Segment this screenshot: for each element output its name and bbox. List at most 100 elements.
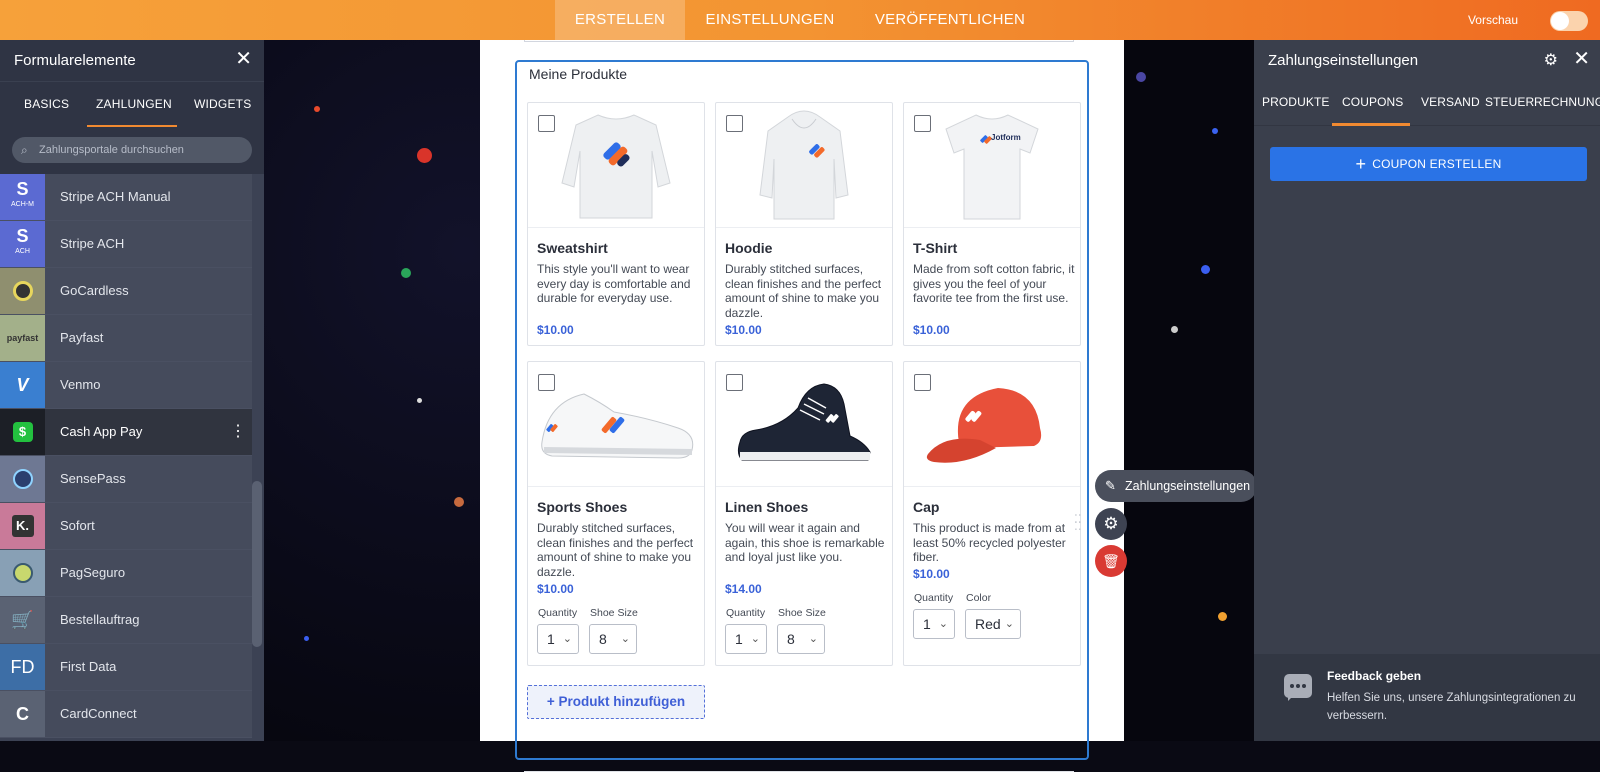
gateway-item-payfast[interactable]: payfast Payfast bbox=[0, 315, 252, 362]
delete-field-button[interactable]: 🗑 bbox=[1095, 545, 1127, 577]
tab-publish[interactable]: VERÖFFENTLICHEN bbox=[865, 0, 1035, 40]
chevron-down-icon: ⌄ bbox=[750, 633, 760, 645]
chat-dot bbox=[1290, 684, 1294, 688]
payment-settings-button[interactable]: ✎ Zahlungseinstellungen bbox=[1095, 470, 1257, 502]
product-description: Durably stitched surfaces, clean finishe… bbox=[725, 262, 882, 320]
tab-build[interactable]: ERSTELLEN bbox=[555, 0, 685, 40]
gateway-item-sofort[interactable]: K. Sofort bbox=[0, 503, 252, 550]
add-product-button[interactable]: + Produkt hinzufügen bbox=[527, 685, 705, 719]
decor-dot bbox=[314, 106, 320, 112]
color-value: Red bbox=[975, 616, 1001, 632]
decor-dot bbox=[417, 148, 432, 163]
decor-dot bbox=[454, 497, 464, 507]
product-price: $10.00 bbox=[537, 582, 574, 596]
product-card-tshirt[interactable]: Jotform T-Shirt Made from soft cotton fa… bbox=[903, 102, 1081, 346]
top-bar: ERSTELLEN EINSTELLUNGEN VERÖFFENTLICHEN … bbox=[0, 0, 1600, 40]
chevron-down-icon: ⌄ bbox=[1004, 618, 1014, 630]
decor-dot bbox=[401, 268, 411, 278]
search-icon: ⌕ bbox=[21, 143, 28, 157]
quantity-value: 1 bbox=[923, 616, 931, 632]
preview-toggle[interactable] bbox=[1550, 11, 1588, 31]
decor-dot bbox=[1218, 612, 1227, 621]
drag-handle-icon[interactable]: ⁚⁚ ⁚⁚ bbox=[1074, 513, 1084, 536]
color-select[interactable]: Red ⌄ bbox=[965, 609, 1021, 639]
product-checkbox[interactable] bbox=[726, 115, 743, 132]
close-icon[interactable]: ✕ bbox=[235, 49, 252, 69]
shoe-size-value: 8 bbox=[599, 631, 607, 647]
tab-settings[interactable]: EINSTELLUNGEN bbox=[695, 0, 845, 40]
feedback-text: Helfen Sie uns, unsere Zahlungsintegrati… bbox=[1327, 692, 1576, 722]
tab-tax[interactable]: STEUER bbox=[1485, 95, 1534, 109]
product-card-sports-shoes[interactable]: Sports Shoes Durably stitched surfaces, … bbox=[527, 361, 705, 666]
chevron-down-icon: ⌄ bbox=[620, 633, 630, 645]
quantity-select[interactable]: 1 ⌄ bbox=[725, 624, 767, 654]
chevron-down-icon: ⌄ bbox=[808, 633, 818, 645]
search-bar: ⌕ Zahlungsportale durchsuchen bbox=[0, 127, 264, 174]
quantity-label: Quantity bbox=[914, 592, 954, 604]
product-card-hoodie[interactable]: Hoodie Durably stitched surfaces, clean … bbox=[715, 102, 893, 346]
create-coupon-button[interactable]: + COUPON ERSTELLEN bbox=[1270, 147, 1587, 181]
product-price: $10.00 bbox=[913, 567, 950, 581]
shoe-size-select[interactable]: 8 ⌄ bbox=[589, 624, 637, 654]
tab-payments[interactable]: ZAHLUNGEN bbox=[96, 97, 172, 111]
product-checkbox[interactable] bbox=[538, 115, 555, 132]
product-name: T-Shirt bbox=[913, 240, 958, 256]
product-list-field[interactable]: Meine Produkte Sweatshirt This style you… bbox=[515, 60, 1089, 760]
create-coupon-label: COUPON ERSTELLEN bbox=[1372, 157, 1502, 171]
product-card-linen-shoes[interactable]: Linen Shoes You will wear it again and a… bbox=[715, 361, 893, 666]
decor-dot bbox=[417, 398, 422, 403]
gateway-item-first-data[interactable]: FD First Data bbox=[0, 644, 252, 691]
list-scrollbar[interactable] bbox=[252, 481, 262, 647]
gateway-item-pagseguro[interactable]: PagSeguro bbox=[0, 550, 252, 597]
option-label: Shoe Size bbox=[778, 607, 826, 619]
payment-search-input[interactable]: ⌕ Zahlungsportale durchsuchen bbox=[12, 137, 252, 163]
gateway-name: GoCardless bbox=[60, 283, 129, 298]
product-checkbox[interactable] bbox=[726, 374, 743, 391]
tab-basics[interactable]: BASICS bbox=[24, 97, 69, 111]
tab-products[interactable]: PRODUKTE bbox=[1262, 95, 1329, 109]
close-icon[interactable]: ✕ bbox=[1573, 49, 1590, 69]
product-price: $10.00 bbox=[725, 323, 762, 337]
more-options-icon[interactable]: ⋮ bbox=[230, 421, 246, 441]
gear-icon[interactable]: ⚙ bbox=[1544, 50, 1558, 70]
gateway-name: CardConnect bbox=[60, 706, 137, 721]
preview-label: Vorschau bbox=[1467, 13, 1518, 27]
tab-shipping[interactable]: VERSAND bbox=[1421, 95, 1480, 109]
gateway-item-purchase-order[interactable]: 🛒 Bestellauftrag bbox=[0, 597, 252, 644]
trash-icon: 🗑 bbox=[1102, 553, 1120, 569]
gateway-item-stripe-ach-manual[interactable]: S ACH-M Stripe ACH Manual bbox=[0, 174, 252, 221]
quantity-select[interactable]: 1 ⌄ bbox=[913, 609, 955, 639]
tab-coupons[interactable]: COUPONS bbox=[1342, 95, 1403, 109]
tab-invoice[interactable]: RECHNUNG bbox=[1534, 95, 1600, 109]
feedback-box[interactable]: Feedback geben Helfen Sie uns, unsere Za… bbox=[1254, 654, 1600, 741]
product-description: Made from soft cotton fabric, it gives y… bbox=[913, 262, 1075, 305]
quantity-label: Quantity bbox=[538, 607, 578, 619]
gateway-item-venmo[interactable]: V Venmo bbox=[0, 362, 252, 409]
chevron-down-icon: ⌄ bbox=[938, 618, 948, 630]
quantity-select[interactable]: 1 ⌄ bbox=[537, 624, 579, 654]
gateway-item-cardconnect[interactable]: C CardConnect bbox=[0, 691, 252, 738]
magic-wand-icon: ✎ bbox=[1105, 478, 1116, 493]
tab-widgets[interactable]: WIDGETS bbox=[194, 97, 251, 111]
gateway-item-sensepass[interactable]: SensePass bbox=[0, 456, 252, 503]
product-checkbox[interactable] bbox=[914, 115, 931, 132]
decor-dot bbox=[1201, 265, 1210, 274]
product-checkbox[interactable] bbox=[538, 374, 555, 391]
product-checkbox[interactable] bbox=[914, 374, 931, 391]
product-price: $14.00 bbox=[725, 582, 762, 596]
decor-dot bbox=[1171, 326, 1178, 333]
shoe-size-select[interactable]: 8 ⌄ bbox=[777, 624, 825, 654]
gateway-item-gocardless[interactable]: GoCardless bbox=[0, 268, 252, 315]
gateway-item-stripe-ach[interactable]: S ACH Stripe ACH bbox=[0, 221, 252, 268]
panel-header: Zahlungseinstellungen ⚙ ✕ bbox=[1254, 40, 1600, 81]
gateway-name: First Data bbox=[60, 659, 117, 674]
field-settings-button[interactable]: ⚙ bbox=[1095, 508, 1127, 540]
sensepass-icon bbox=[0, 456, 45, 502]
product-card-cap[interactable]: Cap This product is made from at least 5… bbox=[903, 361, 1081, 666]
product-card-sweatshirt[interactable]: Sweatshirt This style you'll want to wea… bbox=[527, 102, 705, 346]
gateway-item-cash-app-pay[interactable]: $ Cash App Pay ⋮ bbox=[0, 409, 252, 456]
quantity-value: 1 bbox=[547, 631, 555, 647]
venmo-icon: V bbox=[0, 362, 45, 408]
gateway-name: Venmo bbox=[60, 377, 101, 392]
payfast-icon: payfast bbox=[0, 315, 45, 361]
